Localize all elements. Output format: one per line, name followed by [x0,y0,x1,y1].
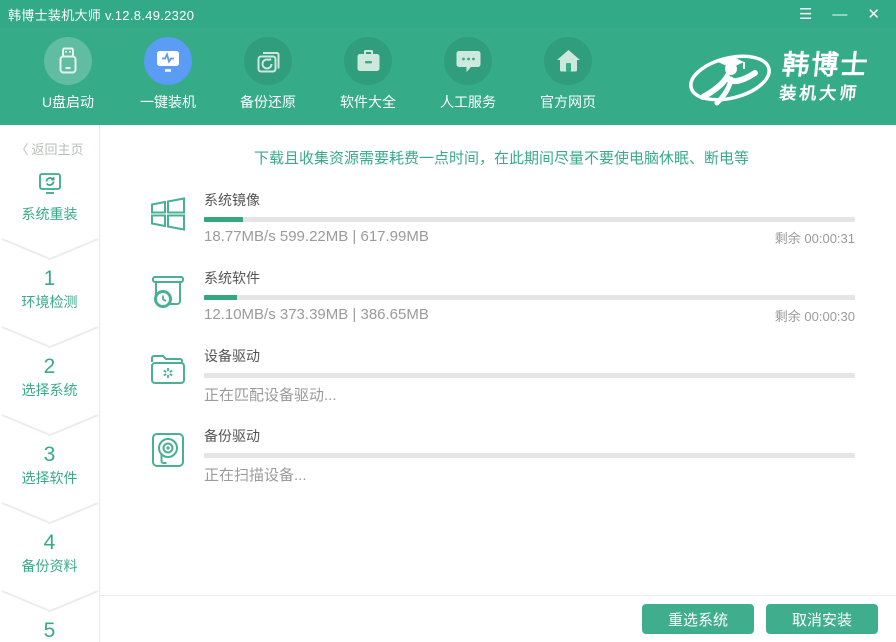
minimize-icon[interactable]: — [832,7,847,22]
monitor-pulse-icon [144,37,192,85]
task-detail: 18.77MB/s 599.22MB | 617.99MB [204,228,429,247]
hdd-icon [148,430,188,470]
step-label: 选择系统 [0,380,99,400]
home-icon [544,37,592,85]
progress-bar [204,295,855,300]
brand-logo: 韩博士 装机大师 [687,47,868,109]
step-number: 1 [0,267,99,291]
nav-item-label: 官方网页 [540,92,596,112]
logo-text: 韩博士 装机大师 [778,51,871,104]
back-home-link[interactable]: 〈返回主页 [0,125,99,158]
sidebar-step-env-check[interactable]: 1 环境检测 [0,267,99,312]
task-remaining: 剩余 00:00:30 [775,306,855,325]
windows-logo-icon [148,194,188,234]
sidebar-step-start-install[interactable]: 5 开始安装 [0,619,99,642]
download-notice: 下载且收集资源需要耗费一点时间，在此期间尽量不要使电脑休眠、断电等 [148,147,855,168]
sidebar-step-select-system[interactable]: 2 选择系统 [0,355,99,400]
task-name: 系统软件 [204,268,855,288]
task-detail: 正在扫描设备... [204,464,307,485]
progress-fill [204,295,237,300]
briefcase-icon [344,37,392,85]
sidebar-item-label: 系统重装 [0,204,99,224]
menu-icon[interactable]: ☰ [799,7,812,22]
step-label: 环境检测 [0,292,99,312]
monitor-refresh-icon [36,172,64,196]
nav-item-usb-boot[interactable]: U盘启动 [18,37,118,112]
back-home-label: 返回主页 [32,142,84,157]
package-clock-icon [148,272,188,312]
step-number: 2 [0,355,99,379]
usb-drive-icon [44,37,92,85]
nav-item-label: U盘启动 [42,92,94,112]
step-label: 选择软件 [0,468,99,488]
task-row-device-driver: 设备驱动 正在匹配设备驱动... [148,346,855,405]
steps-sidebar: 〈返回主页 系统重装 1 环境检测 2 选择系统 3 选择软件 [0,125,100,642]
progress-bar [204,453,855,458]
progress-fill [204,217,243,222]
logo-title: 韩博士 [781,51,871,79]
titlebar: 韩博士装机大师 v.12.8.49.2320 ☰ — ✕ [0,0,896,28]
backup-restore-icon [244,37,292,85]
nav-item-support[interactable]: 人工服务 [418,37,518,112]
task-remaining: 剩余 00:00:31 [775,228,855,247]
nav-item-website[interactable]: 官方网页 [518,37,618,112]
sidebar-step-backup-data[interactable]: 4 备份资料 [0,531,99,576]
task-row-backup-driver: 备份驱动 正在扫描设备... [148,426,855,485]
task-name: 系统镜像 [204,190,855,210]
nav-item-software[interactable]: 软件大全 [318,37,418,112]
window-title: 韩博士装机大师 v.12.8.49.2320 [0,5,194,24]
cancel-install-button[interactable]: 取消安装 [766,604,878,634]
task-row-system-image: 系统镜像 18.77MB/s 599.22MB | 617.99MB 剩余 00… [148,190,855,247]
chevron-down-separator [0,589,100,613]
back-chevron-icon: 〈 [15,142,28,157]
chevron-down-separator [0,325,100,349]
step-label: 备份资料 [0,556,99,576]
nav-item-label: 软件大全 [340,92,396,112]
action-footer: 重选系统 取消安装 [100,595,896,642]
progress-bar [204,217,855,222]
download-panel: 下载且收集资源需要耗费一点时间，在此期间尽量不要使电脑休眠、断电等 系统镜像 1… [100,125,896,642]
task-detail: 12.10MB/s 373.39MB | 386.65MB [204,306,429,325]
folder-gear-icon [148,350,188,390]
chevron-down-separator [0,413,100,437]
step-number: 3 [0,443,99,467]
task-row-system-software: 系统软件 12.10MB/s 373.39MB | 386.65MB 剩余 00… [148,268,855,325]
reselect-system-button[interactable]: 重选系统 [642,604,754,634]
step-number: 5 [0,619,99,642]
progress-bar [204,373,855,378]
nav-item-backup-restore[interactable]: 备份还原 [218,37,318,112]
task-detail: 正在匹配设备驱动... [204,384,337,405]
sidebar-item-system-reinstall[interactable]: 系统重装 [0,172,99,224]
main-nav: U盘启动 一键装机 备份还原 [0,28,896,125]
logo-mark-icon [687,47,773,109]
chevron-down-separator [0,501,100,525]
nav-item-label: 备份还原 [240,92,296,112]
chat-bubble-icon [444,37,492,85]
nav-item-label: 人工服务 [440,92,496,112]
task-name: 备份驱动 [204,426,855,446]
chevron-down-separator [0,237,100,261]
close-icon[interactable]: ✕ [867,7,880,22]
window-controls: ☰ — ✕ [799,7,896,22]
nav-item-label: 一键装机 [140,92,196,112]
task-name: 设备驱动 [204,346,855,366]
step-number: 4 [0,531,99,555]
sidebar-step-select-software[interactable]: 3 选择软件 [0,443,99,488]
logo-subtitle: 装机大师 [778,80,868,105]
nav-item-one-key-install[interactable]: 一键装机 [118,37,218,112]
